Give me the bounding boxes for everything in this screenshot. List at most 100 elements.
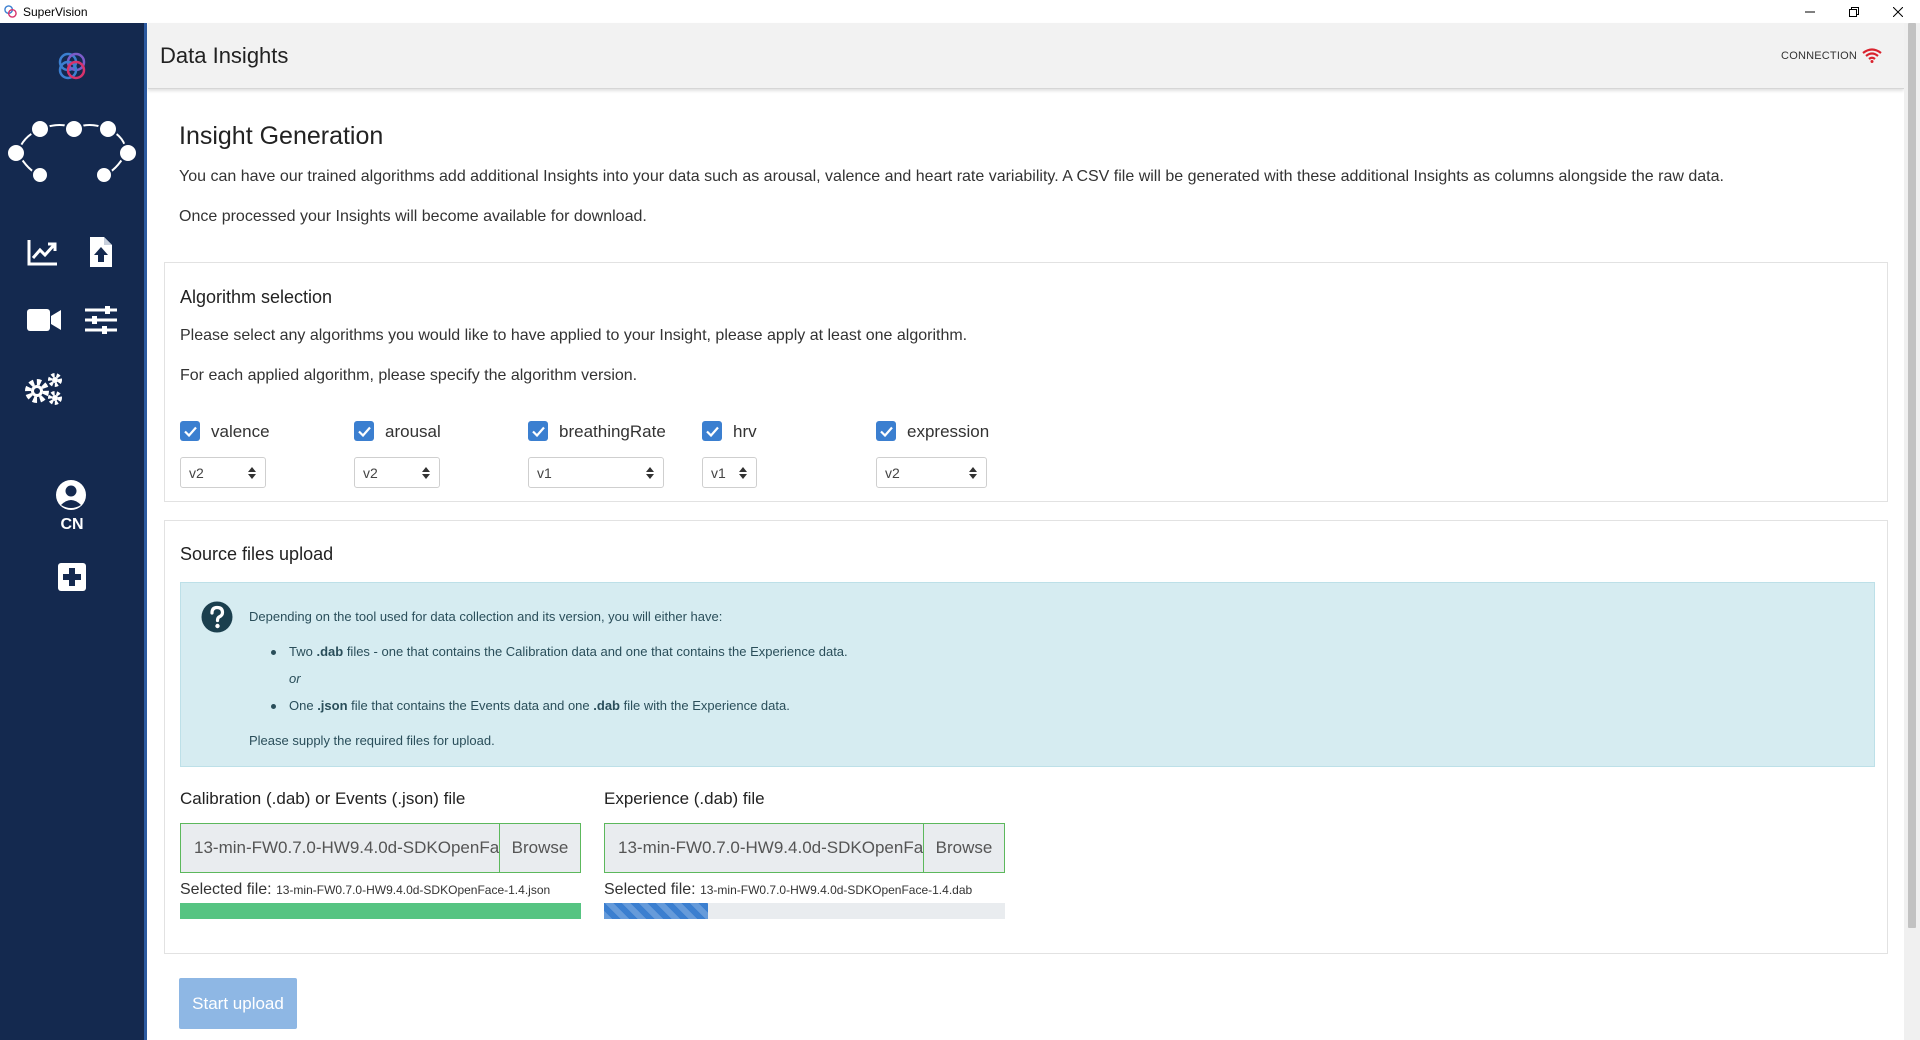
calibration-selected-filename: 13-min-FW0.7.0-HW9.4.0d-SDKOpenFace-1.4.… xyxy=(276,883,551,897)
cogs-settings-icon[interactable] xyxy=(22,369,66,409)
sidebar-edge xyxy=(144,23,147,1040)
info-bullet-two-dab: Two .dab files - one that contains the C… xyxy=(289,644,848,659)
vertical-scrollbar[interactable] xyxy=(1904,23,1920,1040)
source-files-title: Source files upload xyxy=(180,544,334,564)
calibration-file-label: Calibration (.dab) or Events (.json) fil… xyxy=(180,789,466,808)
user-initials: CN xyxy=(60,516,84,533)
file-upload-icon[interactable] xyxy=(84,233,118,271)
experience-selected-label: Selected file: xyxy=(604,881,696,898)
bullet1-pre: Two xyxy=(289,644,317,659)
bullet-marker xyxy=(271,704,276,709)
close-icon xyxy=(1893,6,1903,17)
calibration-selected-file: Selected file: 13-min-FW0.7.0-HW9.4.0d-S… xyxy=(180,881,550,899)
app-logo-icon xyxy=(4,5,17,18)
video-camera-icon[interactable] xyxy=(24,303,64,337)
breathing-rate-checkbox[interactable] xyxy=(528,421,548,441)
arousal-label: arousal xyxy=(385,422,441,441)
select-arrows-icon xyxy=(422,467,430,479)
algorithm-selection-title: Algorithm selection xyxy=(180,287,333,307)
start-upload-button[interactable]: Start upload xyxy=(179,978,297,1029)
experience-file-input[interactable]: 13-min-FW0.7.0-HW9.4.0d-SDKOpenFace-1.4.… xyxy=(604,823,1005,873)
experience-progress-fill xyxy=(604,903,709,919)
brand-logo-icon[interactable] xyxy=(56,50,88,82)
experience-browse-button[interactable]: Browse xyxy=(923,824,1004,872)
select-arrows-icon xyxy=(248,467,256,479)
hrv-label: hrv xyxy=(733,422,757,441)
calibration-file-input[interactable]: 13-min-FW0.7.0-HW9.4.0d-SDKOpenFace-1.4.… xyxy=(180,823,581,873)
analytics-chart-icon[interactable] xyxy=(26,235,60,269)
calibration-selected-label: Selected file: xyxy=(180,881,272,898)
close-button[interactable] xyxy=(1876,0,1920,23)
calibration-progress-fill xyxy=(180,903,581,919)
hrv-checkbox[interactable] xyxy=(702,421,722,441)
calibration-progress-bar xyxy=(180,903,581,919)
window-titlebar: SuperVision xyxy=(0,0,1920,23)
experience-file-name[interactable]: 13-min-FW0.7.0-HW9.4.0d-SDKOpenFace-1.4.… xyxy=(605,824,923,872)
select-arrows-icon xyxy=(739,467,747,479)
experience-selected-filename: 13-min-FW0.7.0-HW9.4.0d-SDKOpenFace-1.4.… xyxy=(700,883,973,897)
info-footer: Please supply the required files for upl… xyxy=(249,733,495,748)
page-title: Data Insights xyxy=(160,43,289,68)
arousal-checkbox[interactable] xyxy=(354,421,374,441)
valence-version-select[interactable]: v2 xyxy=(180,457,266,488)
bullet1-bold: .dab xyxy=(316,644,344,659)
select-arrows-icon xyxy=(646,467,654,479)
sidebar: CN xyxy=(0,23,147,1040)
device-sensors-icon[interactable] xyxy=(4,115,140,183)
add-item-icon[interactable] xyxy=(56,561,88,593)
scrollbar-thumb[interactable] xyxy=(1908,23,1916,928)
arousal-version-select[interactable]: v2 xyxy=(354,457,440,488)
checkmark-icon xyxy=(705,426,719,437)
main-content: Insight Generation You can have our trai… xyxy=(148,90,1904,1040)
intro-paragraph: You can have our trained algorithms add … xyxy=(179,168,1724,185)
calibration-file-name[interactable]: 13-min-FW0.7.0-HW9.4.0d-SDKOpenFace-1.4.… xyxy=(181,824,499,872)
checkmark-icon xyxy=(879,426,893,437)
bullet-marker xyxy=(271,650,276,655)
bullet2-bold1: .json xyxy=(317,698,348,713)
experience-file-label: Experience (.dab) file xyxy=(604,789,765,808)
wifi-signal-icon xyxy=(1862,48,1882,63)
question-circle-icon xyxy=(201,601,233,633)
bullet1-post: files - one that contains the Calibratio… xyxy=(343,644,848,659)
checkmark-icon xyxy=(531,426,545,437)
user-account-icon[interactable] xyxy=(54,478,88,512)
expression-version-value: v2 xyxy=(885,464,900,481)
section-heading: Insight Generation xyxy=(179,122,384,150)
info-intro: Depending on the tool used for data coll… xyxy=(249,609,723,624)
valence-checkbox[interactable] xyxy=(180,421,200,441)
bullet2-pre: One xyxy=(289,698,318,713)
experience-selected-file: Selected file: 13-min-FW0.7.0-HW9.4.0d-S… xyxy=(604,881,972,899)
valence-version-value: v2 xyxy=(189,464,204,481)
restore-button[interactable] xyxy=(1832,0,1876,23)
hrv-version-value: v1 xyxy=(711,464,726,481)
hrv-version-select[interactable]: v1 xyxy=(702,457,757,488)
algorithm-version-desc: For each applied algorithm, please speci… xyxy=(180,367,638,384)
minimize-button[interactable] xyxy=(1788,0,1832,23)
valence-label: valence xyxy=(211,422,270,441)
info-or: or xyxy=(289,671,301,686)
algorithm-selection-desc: Please select any algorithms you would l… xyxy=(180,327,968,344)
intro-note: Once processed your Insights will become… xyxy=(179,208,647,225)
minimize-icon xyxy=(1805,11,1815,12)
breathing-rate-version-select[interactable]: v1 xyxy=(528,457,664,488)
connection-label: CONNECTION xyxy=(1781,49,1857,62)
checkmark-icon xyxy=(183,426,197,437)
expression-checkbox[interactable] xyxy=(876,421,896,441)
info-bullet-json-dab: One .json file that contains the Events … xyxy=(289,698,790,713)
calibration-browse-button[interactable]: Browse xyxy=(499,824,580,872)
checkmark-icon xyxy=(357,426,371,437)
breathing-rate-version-value: v1 xyxy=(537,464,552,481)
page-header: Data Insights CONNECTION xyxy=(148,23,1904,89)
breathing-rate-label: breathingRate xyxy=(559,422,666,441)
source-files-upload-panel: Source files upload Depending on the too… xyxy=(164,520,1888,954)
arousal-version-value: v2 xyxy=(363,464,378,481)
restore-icon xyxy=(1849,6,1859,17)
connection-status: CONNECTION xyxy=(1781,48,1882,63)
upload-info-alert: Depending on the tool used for data coll… xyxy=(180,582,1875,767)
sliders-settings-icon[interactable] xyxy=(82,303,120,337)
window-title: SuperVision xyxy=(23,4,88,19)
algorithm-selection-panel: Algorithm selection Please select any al… xyxy=(164,262,1888,502)
bullet2-mid: file that contains the Events data and o… xyxy=(347,698,594,713)
expression-label: expression xyxy=(907,422,990,441)
expression-version-select[interactable]: v2 xyxy=(876,457,987,488)
